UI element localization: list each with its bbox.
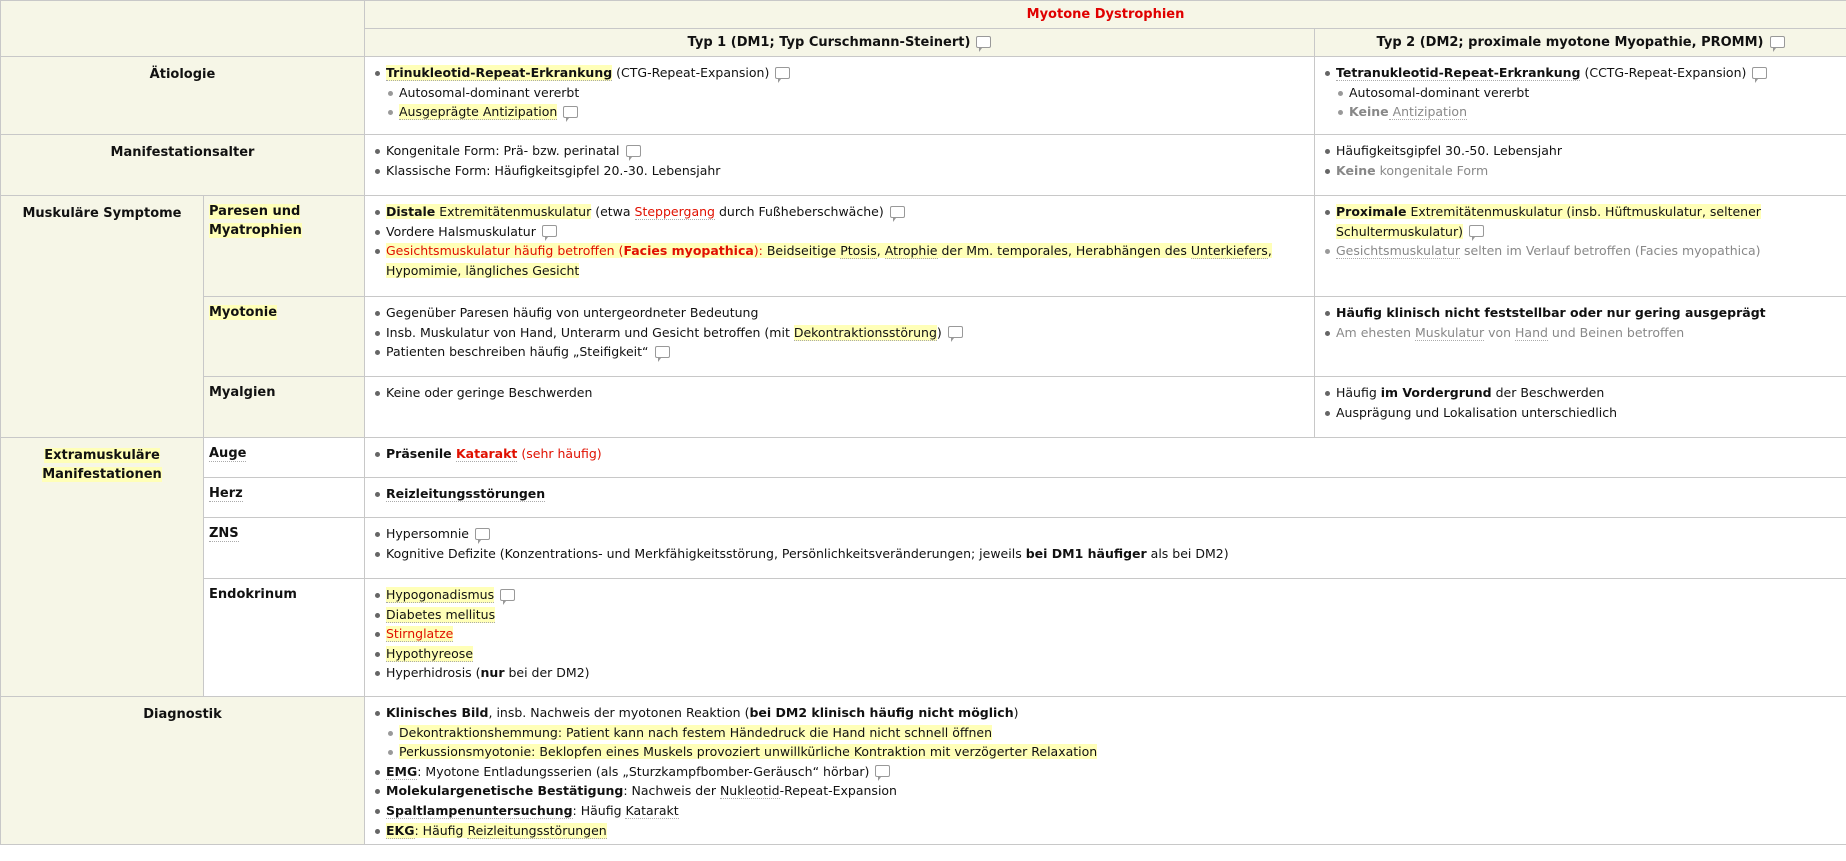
comment-icon[interactable] bbox=[500, 588, 516, 605]
comment-icon[interactable] bbox=[875, 765, 891, 782]
paresen-typ1: Distale Extremitätenmuskulatur (etwa Ste… bbox=[364, 195, 1315, 297]
manifest-typ2: Häufigkeitsgipfel 30.-50. Lebensjahr Kei… bbox=[1313, 134, 1846, 196]
comparison-table: Myotone Dystrophien Typ 1 (DM1; Typ Curs… bbox=[0, 0, 1846, 846]
sublabel-auge: Auge bbox=[203, 437, 365, 478]
row-label-diagnostik: Diagnostik bbox=[0, 695, 365, 846]
aetiologie-typ1: Trinukleotid-Repeat-Erkrankung (CTG-Repe… bbox=[364, 56, 1315, 135]
row-label-manifestationsalter: Manifestationsalter bbox=[0, 134, 365, 196]
comment-icon[interactable] bbox=[775, 66, 791, 83]
table-title: Myotone Dystrophien bbox=[363, 0, 1846, 29]
comment-icon[interactable] bbox=[654, 345, 670, 362]
list-item: Trinukleotid-Repeat-Erkrankung (CTG-Repe… bbox=[373, 63, 1306, 83]
row-label-aetiologie: Ätiologie bbox=[0, 56, 365, 135]
sublabel-myotonie: Myotonie bbox=[203, 296, 365, 377]
column-header-typ2: Typ 2 (DM2; proximale myotone Myopathie,… bbox=[1313, 28, 1846, 57]
list-item: Insb. Muskulatur von Hand, Unterarm und … bbox=[373, 323, 1306, 343]
diagnostik-content: Klinisches Bild, insb. Nachweis der myot… bbox=[363, 695, 1846, 846]
list-item: Keine Antizipation bbox=[1336, 102, 1838, 122]
column-header-typ1: Typ 1 (DM1; Typ Curschmann-Steinert) bbox=[364, 28, 1315, 57]
sublabel-endokrinum: Endokrinum bbox=[203, 578, 365, 697]
comment-icon[interactable] bbox=[541, 225, 557, 242]
list-item: Molekulargenetische Bestätigung: Nachwei… bbox=[373, 781, 1838, 801]
herz-content: Reizleitungsstörungen bbox=[363, 477, 1846, 518]
list-item: Gesichtsmuskulatur selten im Verlauf bet… bbox=[1323, 241, 1838, 261]
list-item: Distale Extremitätenmuskulatur (etwa Ste… bbox=[373, 202, 1306, 222]
sublabel-paresen: Paresen und Myatrophien bbox=[203, 195, 365, 297]
zns-content: Hypersomnie Kognitive Defizite (Konzentr… bbox=[363, 517, 1846, 579]
comment-icon[interactable] bbox=[563, 105, 579, 122]
paresen-typ2: Proximale Extremitätenmuskulatur (insb. … bbox=[1313, 195, 1846, 297]
list-item: Klinisches Bild, insb. Nachweis der myot… bbox=[373, 703, 1838, 723]
auge-content: Präsenile Katarakt (sehr häufig) bbox=[363, 437, 1846, 478]
list-item: Hypersomnie bbox=[373, 524, 1838, 544]
myalgien-typ1: Keine oder geringe Beschwerden bbox=[364, 376, 1315, 438]
list-item: Präsenile Katarakt (sehr häufig) bbox=[373, 444, 1838, 464]
list-item: Patienten beschreiben häufig „Steifigkei… bbox=[373, 342, 1306, 362]
list-item: Reizleitungsstörungen bbox=[373, 484, 1838, 504]
comment-icon[interactable] bbox=[1752, 66, 1768, 83]
list-item: Keine oder geringe Beschwerden bbox=[373, 383, 1306, 403]
endokrinum-content: Hypogonadismus Diabetes mellitus Stirngl… bbox=[363, 578, 1846, 697]
aetiologie-typ2: Tetranukleotid-Repeat-Erkrankung (CCTG-R… bbox=[1313, 56, 1846, 135]
sublabel-myalgien: Myalgien bbox=[203, 376, 365, 438]
list-item: Perkussionsmyotonie: Beklopfen eines Mus… bbox=[386, 742, 1838, 762]
list-item: Autosomal-dominant vererbt bbox=[1336, 83, 1838, 103]
list-item: Hyperhidrosis (nur bei der DM2) bbox=[373, 663, 1838, 683]
list-item: Vordere Halsmuskulatur bbox=[373, 222, 1306, 242]
myotonie-typ2: Häufig klinisch nicht feststellbar oder … bbox=[1313, 296, 1846, 377]
list-item: EMG: Myotone Entladungsserien (als „Stur… bbox=[373, 762, 1838, 782]
list-item: Diabetes mellitus bbox=[373, 605, 1838, 625]
comment-icon[interactable] bbox=[889, 205, 905, 222]
list-item: Klassische Form: Häufigkeitsgipfel 20.-3… bbox=[373, 161, 1306, 181]
list-item: Häufig klinisch nicht feststellbar oder … bbox=[1323, 303, 1838, 323]
list-item: Ausgeprägte Antizipation bbox=[386, 102, 1306, 122]
list-item: Gegenüber Paresen häufig von untergeordn… bbox=[373, 303, 1306, 323]
row-label-muskulaer: Muskuläre Symptome bbox=[0, 195, 204, 438]
list-item: Häufigkeitsgipfel 30.-50. Lebensjahr bbox=[1323, 141, 1838, 161]
myalgien-typ2: Häufig im Vordergrund der Beschwerden Au… bbox=[1313, 376, 1846, 438]
list-item: Häufig im Vordergrund der Beschwerden bbox=[1323, 383, 1838, 403]
list-item: Kongenitale Form: Prä- bzw. perinatal bbox=[373, 141, 1306, 161]
comment-icon[interactable] bbox=[976, 35, 992, 52]
list-item: Tetranukleotid-Repeat-Erkrankung (CCTG-R… bbox=[1323, 63, 1838, 83]
list-item: Gesichtsmuskulatur häufig betroffen (Fac… bbox=[373, 241, 1306, 280]
comment-icon[interactable] bbox=[1469, 225, 1484, 242]
sublabel-zns: ZNS bbox=[203, 517, 365, 579]
comment-icon[interactable] bbox=[1769, 35, 1785, 52]
comment-icon[interactable] bbox=[625, 144, 641, 161]
list-item: Dekontraktionshemmung: Patient kann nach… bbox=[386, 723, 1838, 743]
list-item: Keine kongenitale Form bbox=[1323, 161, 1838, 181]
comment-icon[interactable] bbox=[947, 326, 963, 343]
list-item: EKG: Häufig Reizleitungsstörungen bbox=[373, 821, 1838, 841]
corner-cell bbox=[0, 0, 365, 57]
list-item: Kognitive Defizite (Konzentrations- und … bbox=[373, 544, 1838, 564]
manifest-typ1: Kongenitale Form: Prä- bzw. perinatal Kl… bbox=[364, 134, 1315, 196]
list-item: Proximale Extremitätenmuskulatur (insb. … bbox=[1323, 202, 1838, 242]
list-item: Autosomal-dominant vererbt bbox=[386, 83, 1306, 103]
list-item: Ausprägung und Lokalisation unterschiedl… bbox=[1323, 403, 1838, 423]
row-label-extramuskulaer: Extramuskuläre Manifestationen bbox=[0, 437, 204, 697]
myotonie-typ1: Gegenüber Paresen häufig von untergeordn… bbox=[364, 296, 1315, 377]
list-item: Am ehesten Muskulatur von Hand und Beine… bbox=[1323, 323, 1838, 343]
comment-icon[interactable] bbox=[474, 527, 490, 544]
list-item: Stirnglatze bbox=[373, 624, 1838, 644]
list-item: Spaltlampenuntersuchung: Häufig Katarakt bbox=[373, 801, 1838, 821]
sublabel-herz: Herz bbox=[203, 477, 365, 518]
list-item: Hypogonadismus bbox=[373, 585, 1838, 605]
list-item: Hypothyreose bbox=[373, 644, 1838, 664]
